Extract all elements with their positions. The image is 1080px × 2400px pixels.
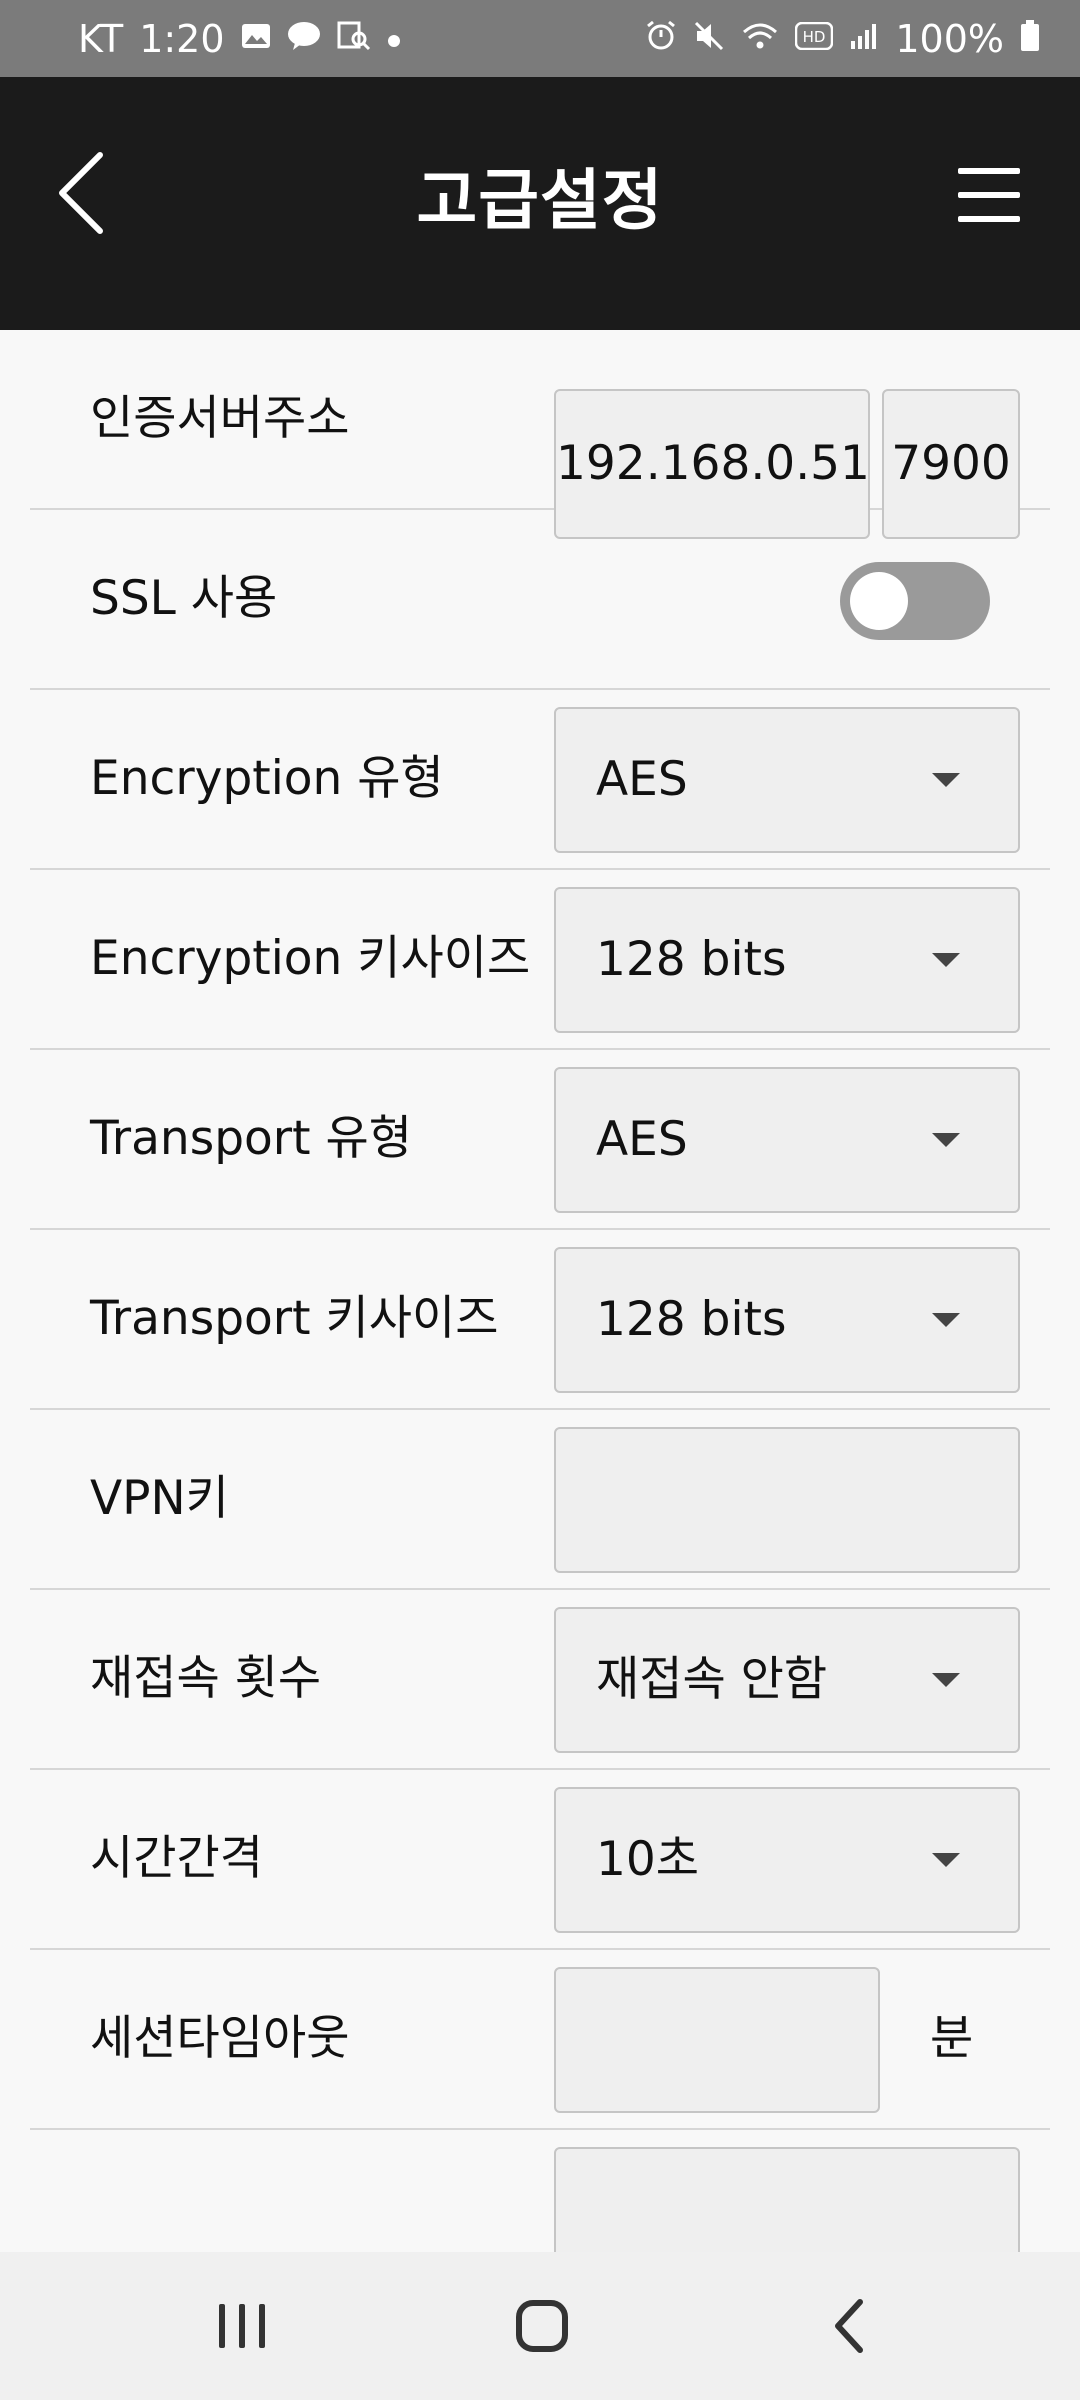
ssl-label: SSL 사용	[90, 571, 278, 626]
dropdown-arrow-icon	[932, 1313, 960, 1327]
dropdown-arrow-icon	[932, 1133, 960, 1147]
transport-type-select[interactable]: AES	[554, 1067, 1020, 1213]
system-back-button[interactable]	[820, 2296, 880, 2356]
signal-icon	[849, 21, 879, 57]
dropdown-arrow-icon	[932, 773, 960, 787]
encryption-keysize-select[interactable]: 128 bits	[554, 887, 1020, 1033]
reconnect-select[interactable]: 재접속 안함	[554, 1607, 1020, 1753]
talk-icon	[287, 21, 321, 57]
gallery-icon	[241, 23, 271, 55]
battery-icon	[1020, 19, 1040, 58]
svg-text:HD: HD	[803, 28, 826, 46]
reconnect-label: 재접속 횟수	[90, 1651, 322, 1706]
settings-list: 인증서버주소 192.168.0.51 7900 SSL 사용 Encrypti…	[0, 330, 1080, 2252]
encryption-type-select[interactable]: AES	[554, 707, 1020, 853]
auth-server-label: 인증서버주소	[90, 391, 350, 446]
settings-row-interval: 시간간격 10초	[30, 1770, 1050, 1950]
recents-icon	[219, 2304, 265, 2348]
back-arrow-icon	[835, 2299, 863, 2353]
menu-button[interactable]	[956, 165, 1022, 225]
search-doc-icon	[337, 21, 371, 57]
interval-value: 10초	[596, 1832, 700, 1887]
settings-row-transport-type: Transport 유형 AES	[30, 1050, 1050, 1230]
dropdown-arrow-icon	[932, 1853, 960, 1867]
status-bar: KT 1:20 HD 100%	[0, 0, 1080, 77]
app-bar: 고급설정	[0, 77, 1080, 330]
status-right: HD 100%	[645, 17, 1040, 61]
hamburger-menu-icon	[958, 168, 1020, 222]
transport-type-label: Transport 유형	[90, 1111, 412, 1166]
status-left: KT 1:20	[78, 17, 401, 61]
vpn-key-label: VPN키	[90, 1471, 229, 1526]
transport-keysize-label: Transport 키사이즈	[90, 1291, 499, 1346]
dot-icon	[387, 24, 401, 54]
partial-field[interactable]	[554, 2147, 1020, 2252]
encryption-type-label: Encryption 유형	[90, 751, 444, 806]
battery-percent: 100%	[895, 16, 1004, 61]
encryption-type-value: AES	[596, 752, 688, 807]
settings-row-encryption-type: Encryption 유형 AES	[30, 690, 1050, 870]
settings-row-reconnect: 재접속 횟수 재접속 안함	[30, 1590, 1050, 1770]
settings-row-encryption-keysize: Encryption 키사이즈 128 bits	[30, 870, 1050, 1050]
system-nav-bar	[0, 2252, 1080, 2400]
interval-label: 시간간격	[90, 1831, 263, 1886]
recents-button[interactable]	[215, 2296, 269, 2356]
settings-row-vpn-key: VPN키	[30, 1410, 1050, 1590]
transport-keysize-select[interactable]: 128 bits	[554, 1247, 1020, 1393]
settings-row-transport-keysize: Transport 키사이즈 128 bits	[30, 1230, 1050, 1410]
hd-icon: HD	[795, 21, 834, 56]
encryption-keysize-label: Encryption 키사이즈	[90, 931, 531, 986]
clock: 1:20	[139, 16, 225, 61]
page-title: 고급설정	[416, 162, 664, 239]
transport-keysize-value: 128 bits	[596, 1292, 787, 1347]
mute-icon	[693, 20, 725, 58]
ssl-toggle[interactable]	[840, 562, 990, 640]
session-timeout-label: 세션타임아웃	[90, 2011, 350, 2066]
settings-row-auth-server: 인증서버주소 192.168.0.51 7900	[30, 330, 1050, 539]
dropdown-arrow-icon	[932, 1673, 960, 1687]
alarm-icon	[645, 20, 677, 58]
settings-row-partial	[30, 2130, 1050, 2252]
transport-type-value: AES	[596, 1112, 688, 1167]
interval-select[interactable]: 10초	[554, 1787, 1020, 1933]
settings-row-ssl: SSL 사용	[30, 510, 1050, 690]
carrier-label: KT	[78, 16, 124, 61]
home-button[interactable]	[512, 2296, 572, 2356]
dropdown-arrow-icon	[932, 953, 960, 967]
encryption-keysize-value: 128 bits	[596, 932, 787, 987]
toggle-knob	[850, 572, 908, 630]
reconnect-value: 재접속 안함	[596, 1652, 828, 1707]
wifi-icon	[741, 20, 779, 58]
settings-row-session-timeout: 세션타임아웃 분	[30, 1950, 1050, 2130]
vpn-key-input[interactable]	[554, 1427, 1020, 1573]
session-timeout-input[interactable]	[554, 1967, 880, 2113]
home-icon	[516, 2300, 568, 2352]
session-timeout-unit: 분	[930, 2011, 974, 2066]
